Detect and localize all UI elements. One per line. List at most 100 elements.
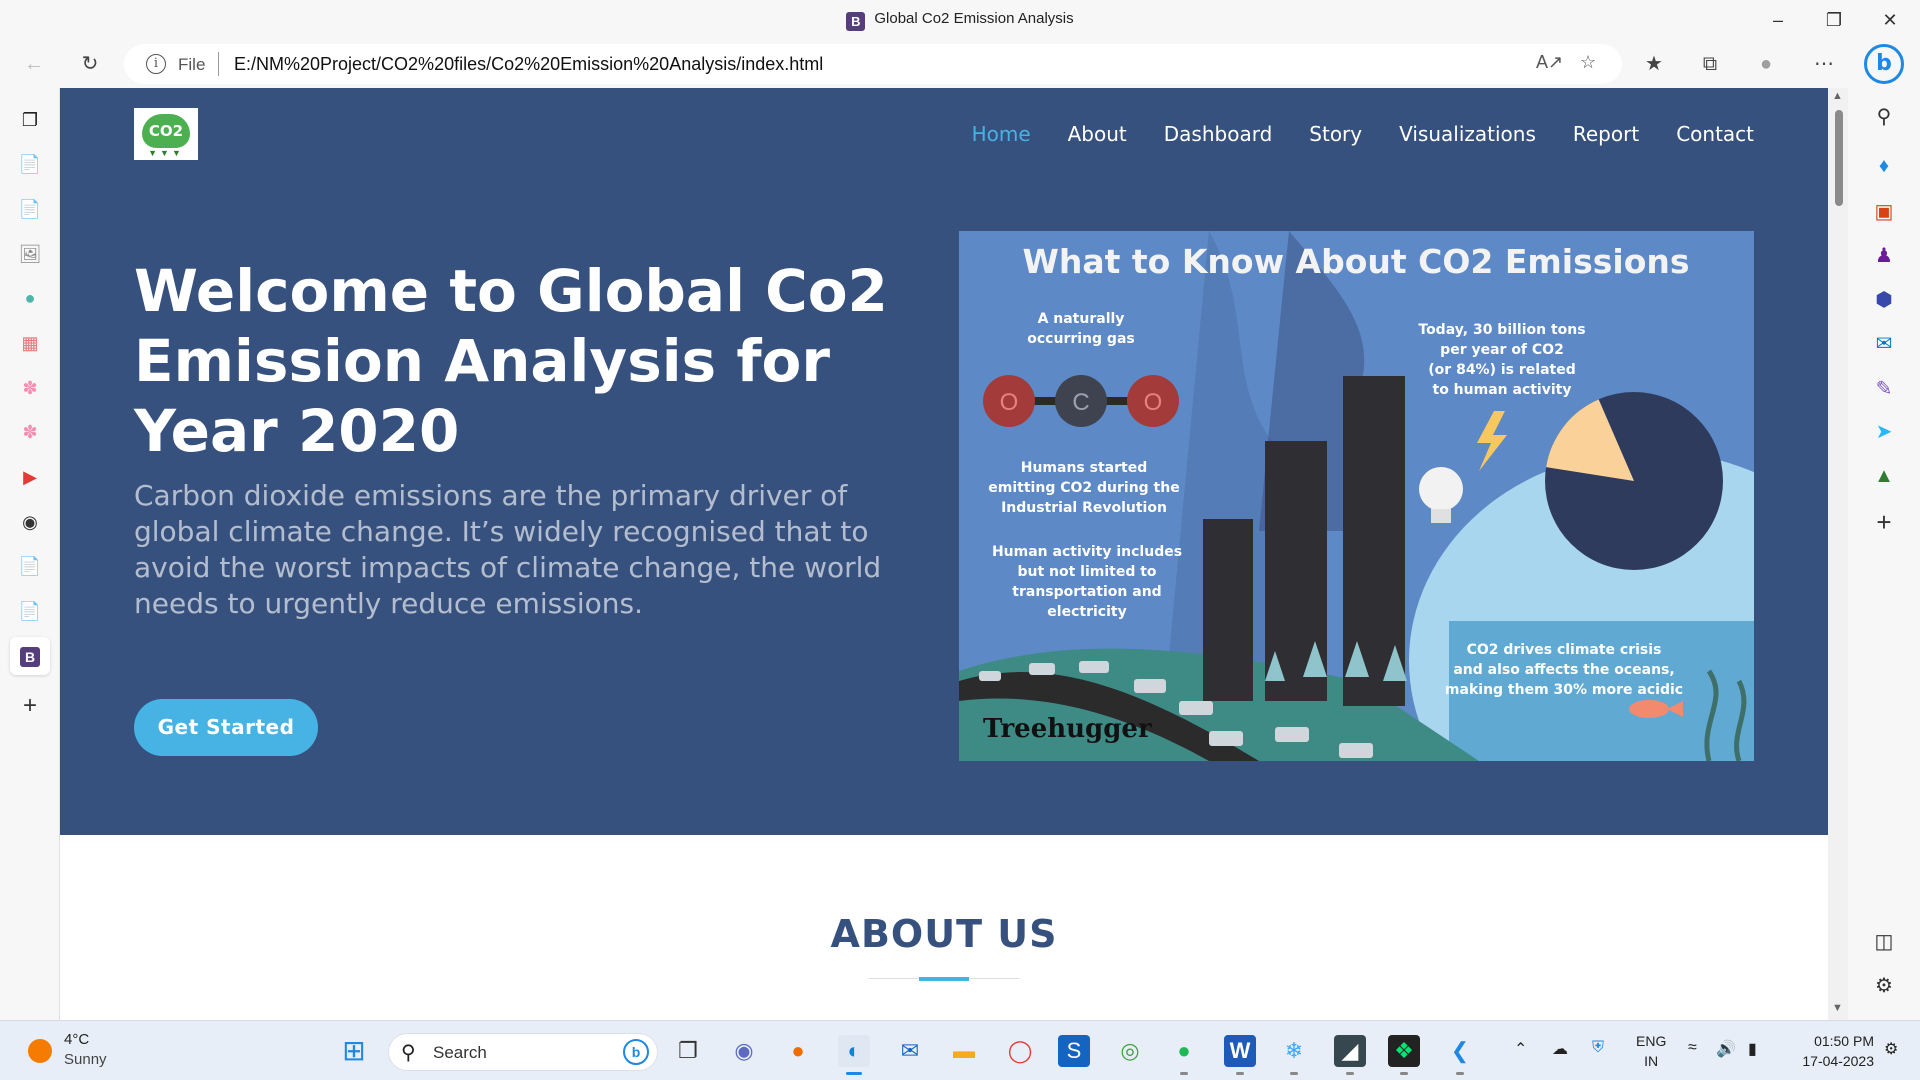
chrome-icon[interactable]: ◎ <box>1114 1035 1146 1067</box>
nav-about[interactable]: About <box>1068 122 1127 146</box>
favorites-icon[interactable]: ★ <box>1638 50 1670 78</box>
clock[interactable]: 01:50 PM 17-04-2023 <box>1786 1031 1874 1071</box>
get-started-button[interactable]: Get Started <box>134 699 318 756</box>
nav-contact[interactable]: Contact <box>1676 122 1754 146</box>
new-tab-plus-icon[interactable]: + <box>16 692 44 720</box>
cloud-sync-icon[interactable]: ☁ <box>1552 1039 1568 1059</box>
collections-icon[interactable]: ⧉ <box>1694 50 1726 78</box>
designer-icon[interactable]: ✎ <box>1870 375 1898 403</box>
back-icon[interactable]: ← <box>18 50 50 78</box>
clock-date: 17-04-2023 <box>1802 1053 1874 1069</box>
windows-start-icon[interactable]: ⊞ <box>338 1035 370 1067</box>
edge-icon[interactable]: ◐ <box>838 1035 870 1075</box>
tree-icon[interactable]: ▲ <box>1870 462 1898 490</box>
nav-dashboard[interactable]: Dashboard <box>1164 122 1273 146</box>
today-line: Today, 30 billion tons <box>1418 322 1585 338</box>
address-scheme: File <box>178 55 206 74</box>
refresh-icon[interactable]: ↻ <box>74 50 106 78</box>
task-view-icon[interactable]: ❐ <box>672 1035 704 1067</box>
weather-temperature[interactable]: 4°C <box>64 1031 89 1048</box>
tab-page-icon[interactable]: 📄 <box>16 150 44 178</box>
mail-icon[interactable]: ✉ <box>894 1035 926 1067</box>
add-favorite-icon[interactable]: ☆ <box>1580 52 1596 73</box>
humans-line: Industrial Revolution <box>1001 500 1167 516</box>
green-app-icon[interactable]: ❖ <box>1388 1035 1420 1075</box>
browser-toolbar: ← ↻ i File E:/NM%20Project/CO2%20files/C… <box>0 40 1920 88</box>
wifi-icon[interactable]: ≈ <box>1688 1039 1697 1057</box>
tab-youtube-icon[interactable]: ▶ <box>16 463 44 491</box>
molecule-o1: O <box>1000 389 1019 416</box>
send-icon[interactable]: ➤ <box>1870 418 1898 446</box>
word-icon[interactable]: W <box>1224 1035 1256 1075</box>
app-blue-icon[interactable]: S <box>1058 1035 1090 1067</box>
oceans-line: and also affects the oceans, <box>1453 662 1674 678</box>
restore-button[interactable]: ❐ <box>1814 6 1854 34</box>
tools-icon[interactable]: ▣ <box>1870 198 1898 226</box>
office-icon[interactable]: ⬢ <box>1870 286 1898 314</box>
site-logo[interactable]: CO2 ▼▼▼ <box>134 108 198 160</box>
tab-page-icon[interactable]: 📄 <box>16 552 44 580</box>
settings-gear-icon[interactable]: ⚙ <box>1870 972 1898 1000</box>
web-page: CO2 ▼▼▼ Home About Dashboard Story Visualiza… <box>60 88 1828 1020</box>
running-indicator <box>1346 1072 1354 1075</box>
firefox-icon[interactable]: ● <box>782 1035 814 1067</box>
minimize-button[interactable]: – <box>1758 6 1798 34</box>
nav-report[interactable]: Report <box>1573 122 1639 146</box>
nav-story[interactable]: Story <box>1309 122 1362 146</box>
more-menu-icon[interactable]: ⋯ <box>1808 50 1840 78</box>
tray-overflow-icon[interactable]: ⌃ <box>1514 1039 1527 1059</box>
tab-page-icon[interactable]: 📄 <box>16 195 44 223</box>
tab-actions-icon[interactable]: ❐ <box>16 106 44 134</box>
bootstrap-icon: B <box>20 647 40 667</box>
notification-icon[interactable]: ⚙ <box>1884 1039 1898 1059</box>
terminal-app-icon[interactable]: ◢ <box>1334 1035 1366 1075</box>
bing-chat-button[interactable]: b <box>1864 44 1904 84</box>
running-indicator <box>1400 1072 1408 1075</box>
games-icon[interactable]: ♟ <box>1870 242 1898 270</box>
hero-subtitle: Carbon dioxide emissions are the primary… <box>134 479 882 620</box>
file-explorer-icon[interactable]: ▬ <box>948 1035 980 1067</box>
teams-chat-icon[interactable]: ◉ <box>728 1035 760 1067</box>
activity-line: electricity <box>1047 604 1126 620</box>
tab-flower-icon[interactable]: ✽ <box>16 374 44 402</box>
tab-active-bootstrap[interactable]: B <box>10 637 50 675</box>
security-shield-icon[interactable]: ⛨ <box>1592 1039 1604 1057</box>
volume-icon[interactable]: 🔊 <box>1716 1039 1736 1059</box>
snowflake-icon[interactable]: ❄ <box>1278 1035 1310 1075</box>
tab-pdf-icon[interactable]: ▦ <box>16 329 44 357</box>
tab-green-circle-icon[interactable]: ● <box>16 284 44 312</box>
hero-title: Welcome to Global Co2 Emission Analysis … <box>134 257 888 465</box>
info-icon[interactable]: i <box>146 54 166 74</box>
opera-icon[interactable]: ◯ <box>1004 1035 1036 1067</box>
spotify-icon[interactable]: ● <box>1168 1035 1200 1075</box>
address-url[interactable]: E:/NM%20Project/CO2%20files/Co2%20Emissi… <box>234 54 823 75</box>
language-indicator[interactable]: ENG IN <box>1636 1031 1666 1071</box>
tab-image-icon[interactable]: 🖼 <box>16 240 44 268</box>
window-title-wrap: B Global Co2 Emission Analysis <box>0 10 1920 31</box>
scroll-up-arrow-icon[interactable]: ▲ <box>1832 90 1843 102</box>
hide-sidebar-icon[interactable]: ◫ <box>1870 928 1898 956</box>
profile-avatar[interactable]: ● <box>1750 50 1782 78</box>
nav-home[interactable]: Home <box>972 122 1031 146</box>
search-icon[interactable]: ⚲ <box>1870 103 1898 131</box>
battery-icon[interactable]: ▮ <box>1748 1039 1757 1059</box>
close-button[interactable]: ✕ <box>1870 6 1910 34</box>
about-us-heading: ABOUT US <box>830 912 1058 956</box>
page-scrollbar[interactable]: ▲ ▼ <box>1828 88 1848 1020</box>
windows-taskbar: 4°C Sunny ⊞ ⚲ Search b ❐ ◉ ● ◐ ✉ ▬ ◯ S ◎… <box>0 1020 1920 1080</box>
nav-visualizations[interactable]: Visualizations <box>1399 122 1536 146</box>
scroll-thumb[interactable] <box>1835 110 1843 206</box>
shopping-tag-icon[interactable]: ♦ <box>1870 152 1898 180</box>
taskbar-search[interactable]: ⚲ Search b <box>388 1033 658 1071</box>
weather-description[interactable]: Sunny <box>64 1051 107 1068</box>
outlook-icon[interactable]: ✉ <box>1870 330 1898 358</box>
weather-sun-icon[interactable] <box>28 1039 52 1063</box>
tab-page-icon[interactable]: 📄 <box>16 597 44 625</box>
tab-github-icon[interactable]: ◉ <box>16 508 44 536</box>
tab-flower-icon[interactable]: ✽ <box>16 418 44 446</box>
read-aloud-icon[interactable]: A↗ <box>1536 52 1563 73</box>
add-sidebar-app-icon[interactable]: + <box>1870 508 1898 536</box>
scroll-down-arrow-icon[interactable]: ▼ <box>1832 1002 1843 1014</box>
vscode-icon[interactable]: ❮ <box>1444 1035 1476 1075</box>
address-bar[interactable]: i File E:/NM%20Project/CO2%20files/Co2%2… <box>124 44 1622 84</box>
